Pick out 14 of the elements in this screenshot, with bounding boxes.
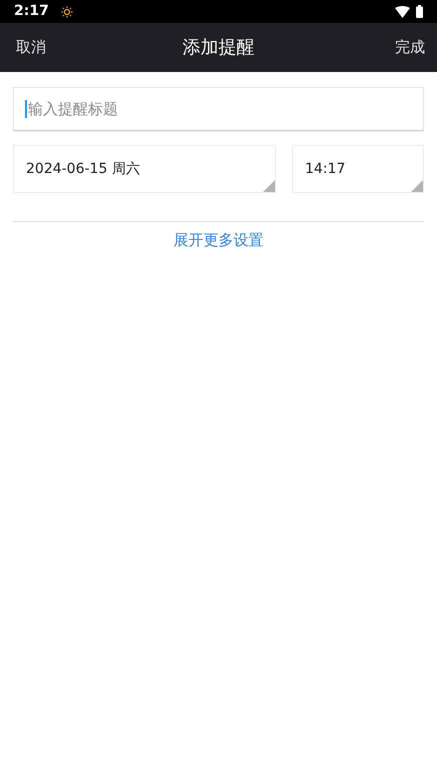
page-title: 添加提醒	[182, 36, 254, 60]
corner-triangle-icon	[263, 180, 275, 192]
title-input-field[interactable]: 输入提醒标题	[13, 87, 424, 131]
status-time: 2:17	[14, 2, 49, 21]
time-picker[interactable]: 14:17	[292, 145, 424, 193]
sun-icon	[60, 6, 73, 18]
done-button[interactable]: 完成	[395, 36, 425, 59]
corner-triangle-icon	[411, 180, 423, 192]
text-caret	[25, 100, 27, 118]
more-settings-link[interactable]: 展开更多设置	[174, 229, 264, 252]
wifi-icon	[395, 6, 410, 18]
cancel-button[interactable]: 取消	[16, 36, 46, 59]
battery-icon	[416, 5, 423, 18]
date-picker[interactable]: 2024-06-15 周六	[13, 145, 276, 193]
